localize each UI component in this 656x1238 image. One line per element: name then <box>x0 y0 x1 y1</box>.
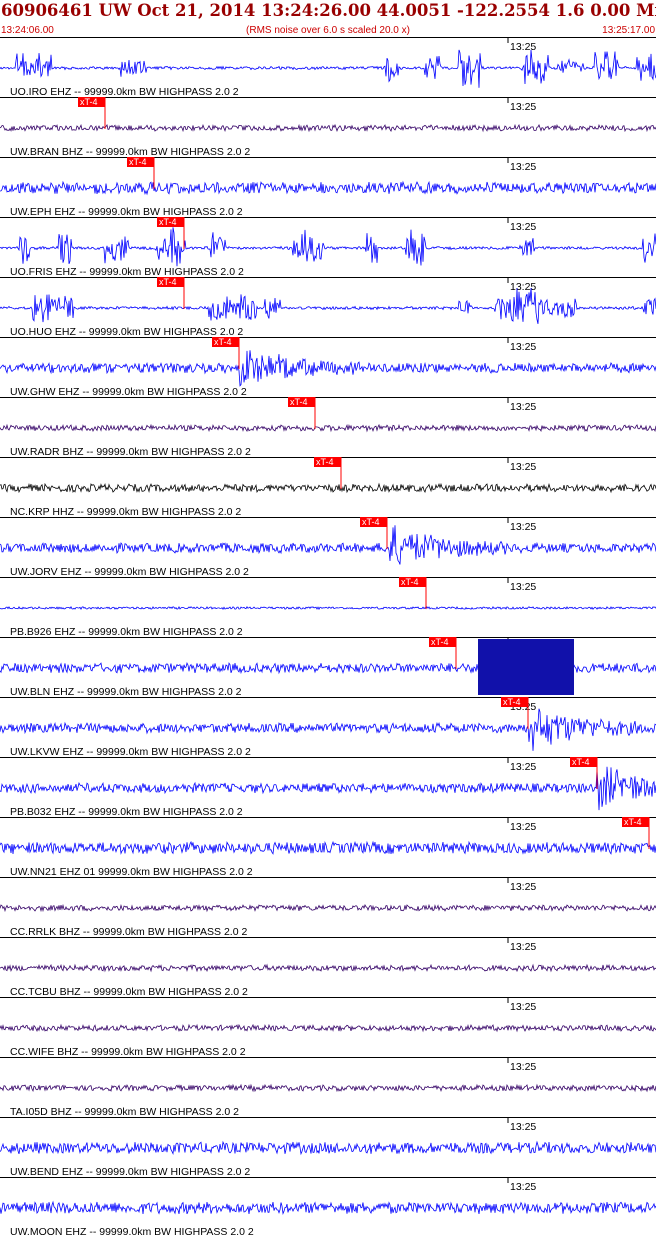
pick-label: xT-4 <box>214 337 232 347</box>
pick-label: xT-4 <box>401 577 419 587</box>
trace-panel: 13:25 UW.NN21 EHZ 01 99999.0km BW HIGHPAS… <box>0 817 656 878</box>
waveform <box>0 350 656 387</box>
trace-panel: 13:25 UW.RADR BHZ -- 99999.0km BW HIGHPAS… <box>0 397 656 458</box>
pick-label: xT-4 <box>503 697 521 707</box>
waveform <box>0 525 656 565</box>
time-tick-label: 13:25 <box>510 761 536 773</box>
trace-label: UW.EPH EHZ -- 99999.0km BW HIGHPASS 2.0 … <box>10 206 243 218</box>
time-tick-label: 13:25 <box>510 221 536 233</box>
trace-label: CC.WIFE BHZ -- 99999.0km BW HIGHPASS 2.0… <box>10 1046 246 1058</box>
trace-label: UW.RADR BHZ -- 99999.0km BW HIGHPASS 2.0… <box>10 446 251 458</box>
pick-label: xT-4 <box>159 217 177 227</box>
waveform <box>0 1140 656 1156</box>
pick-label: xT-4 <box>572 757 590 767</box>
trace-panel: 13:25 PB.B032 EHZ -- 99999.0km BW HIGHPAS… <box>0 757 656 818</box>
trace-label: UW.LKVW EHZ -- 99999.0km BW HIGHPASS 2.0… <box>10 746 251 758</box>
waveform <box>0 423 656 433</box>
trace-label: UW.JORV EHZ -- 99999.0km BW HIGHPASS 2.0… <box>10 566 249 578</box>
start-time: 13:24:06.00 <box>1 25 54 36</box>
trace-panel: 13:25 PB.B926 EHZ -- 99999.0km BW HIGHPAS… <box>0 577 656 638</box>
waveform <box>0 1200 656 1215</box>
waveform <box>0 708 656 751</box>
pick-label: xT-4 <box>316 457 334 467</box>
trace-label: UW.NN21 EHZ 01 99999.0km BW HIGHPASS 2.0… <box>10 866 253 878</box>
waveform <box>0 903 656 913</box>
time-tick-label: 13:25 <box>510 1181 536 1193</box>
pick-label: xT-4 <box>362 517 380 527</box>
trace-label: CC.TCBU BHZ -- 99999.0km BW HIGHPASS 2.0… <box>10 986 248 998</box>
pick-label: xT-4 <box>80 97 98 107</box>
waveform <box>0 963 656 973</box>
waveform <box>0 1083 656 1093</box>
noise-note: (RMS noise over 6.0 s scaled 20.0 x) <box>246 25 410 36</box>
trace-panel: 13:25UW.BLN EHZ -- 99999.0km BW HIGHPASS… <box>0 637 656 698</box>
trace-label: UO.IRO EHZ -- 99999.0km BW HIGHPASS 2.0 … <box>10 86 239 98</box>
trace-panel: 13:25 UW.MOON EHZ -- 99999.0km BW HIGHPAS… <box>0 1177 656 1238</box>
time-tick-label: 13:25 <box>510 401 536 413</box>
time-tick-label: 13:25 <box>510 41 536 53</box>
trace-panel: 13:25 NC.KRP HHZ -- 99999.0km BW HIGHPASS… <box>0 457 656 518</box>
trace-panel: 13:25 TA.I05D BHZ -- 99999.0km BW HIGHPAS… <box>0 1057 656 1118</box>
waveform <box>0 123 656 133</box>
pick-label: xT-4 <box>129 157 147 167</box>
trace-label: PB.B032 EHZ -- 99999.0km BW HIGHPASS 2.0… <box>10 806 243 818</box>
trace-label: UO.FRIS EHZ -- 99999.0km BW HIGHPASS 2.0… <box>10 266 244 278</box>
trace-label: UO.HUO EHZ -- 99999.0km BW HIGHPASS 2.0 … <box>10 326 243 338</box>
trace-panel: 13:25 UW.BEND EHZ -- 99999.0km BW HIGHPAS… <box>0 1117 656 1178</box>
pick-label: xT-4 <box>431 637 449 647</box>
trace-label: PB.B926 EHZ -- 99999.0km BW HIGHPASS 2.0… <box>10 626 243 638</box>
trace-panel: 13:25 UO.FRIS EHZ -- 99999.0km BW HIGHPAS… <box>0 217 656 278</box>
waveform <box>0 180 656 196</box>
time-tick-label: 13:25 <box>510 521 536 533</box>
time-tick-label: 13:25 <box>510 941 536 953</box>
trace-panel: 13:25 UW.JORV EHZ -- 99999.0km BW HIGHPAS… <box>0 517 656 578</box>
time-tick-label: 13:25 <box>510 1061 536 1073</box>
time-tick-label: 13:25 <box>510 1121 536 1133</box>
waveform <box>0 49 656 88</box>
waveform <box>0 482 656 494</box>
time-tick-label: 13:25 <box>510 101 536 113</box>
pick-label: xT-4 <box>290 397 308 407</box>
trace-label: UW.BLN EHZ -- 99999.0km BW HIGHPASS 2.0 … <box>10 686 242 698</box>
time-tick-label: 13:25 <box>510 881 536 893</box>
trace-label: TA.I05D BHZ -- 99999.0km BW HIGHPASS 2.0… <box>10 1106 239 1118</box>
time-tick-label: 13:25 <box>510 341 536 353</box>
time-tick-label: 13:25 <box>510 461 536 473</box>
trace-panels: 13:25 UO.IRO EHZ -- 99999.0km BW HIGHPASS… <box>0 37 656 1238</box>
trace-panel: 13:25 UW.EPH EHZ -- 99999.0km BW HIGHPASS… <box>0 157 656 218</box>
pick-label: xT-4 <box>159 277 177 287</box>
waveform <box>0 1023 656 1033</box>
clipped-signal <box>478 639 574 695</box>
event-title: 60906461 UW Oct 21, 2014 13:24:26.00 44.… <box>1 1 656 20</box>
waveform <box>0 227 656 267</box>
trace-panel: 13:25 CC.TCBU BHZ -- 99999.0km BW HIGHPAS… <box>0 937 656 998</box>
trace-panel: 13:25UW.BRAN BHZ -- 99999.0km BW HIGHPAS… <box>0 97 656 158</box>
trace-label: CC.RRLK BHZ -- 99999.0km BW HIGHPASS 2.0… <box>10 926 247 938</box>
trace-panel: 13:25 CC.WIFE BHZ -- 99999.0km BW HIGHPAS… <box>0 997 656 1058</box>
trace-panel: 13:25 CC.RRLK BHZ -- 99999.0km BW HIGHPAS… <box>0 877 656 938</box>
waveform <box>0 287 656 324</box>
time-tick-label: 13:25 <box>510 281 536 293</box>
trace-panel: 13:25 UW.GHW EHZ -- 99999.0km BW HIGHPASS… <box>0 337 656 398</box>
time-tick-label: 13:25 <box>510 161 536 173</box>
trace-label: UW.GHW EHZ -- 99999.0km BW HIGHPASS 2.0 … <box>10 386 247 398</box>
trace-panel: 13:25 UO.IRO EHZ -- 99999.0km BW HIGHPASS… <box>0 37 656 98</box>
seismogram-plot: 60906461 UW Oct 21, 2014 13:24:26.00 44.… <box>0 1 656 1238</box>
pick-label: xT-4 <box>624 817 642 827</box>
trace-label: NC.KRP HHZ -- 99999.0km BW HIGHPASS 2.0 … <box>10 506 241 518</box>
waveform <box>0 605 656 611</box>
trace-panel: 13:25UW.LKVW EHZ -- 99999.0km BW HIGHPAS… <box>0 697 656 758</box>
trace-label: UW.BEND EHZ -- 99999.0km BW HIGHPASS 2.0… <box>10 1166 250 1178</box>
trace-panel: 13:25 UO.HUO EHZ -- 99999.0km BW HIGHPASS… <box>0 277 656 338</box>
time-tick-label: 13:25 <box>510 1001 536 1013</box>
time-tick-label: 13:25 <box>510 581 536 593</box>
waveform <box>0 840 656 855</box>
end-time: 13:25:17.00 <box>602 25 655 36</box>
time-tick-label: 13:25 <box>510 821 536 833</box>
trace-label: UW.MOON EHZ -- 99999.0km BW HIGHPASS 2.0… <box>10 1226 254 1238</box>
waveform <box>0 766 656 811</box>
